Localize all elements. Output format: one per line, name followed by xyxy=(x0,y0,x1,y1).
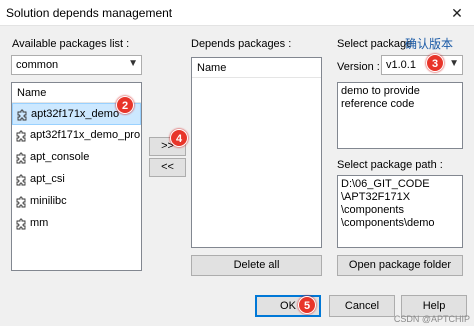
package-list-item[interactable]: mm xyxy=(12,213,141,235)
package-icon xyxy=(15,130,27,142)
package-list-item[interactable]: minilibc xyxy=(12,191,141,213)
package-list-item[interactable]: apt32f171x_demo_pro xyxy=(12,125,141,147)
package-item-label: apt32f171x_demo xyxy=(31,108,120,120)
cancel-button[interactable]: Cancel xyxy=(329,295,395,317)
package-icon xyxy=(15,152,27,164)
path-line: \components\demo xyxy=(341,217,435,229)
delete-all-label: Delete all xyxy=(233,259,280,271)
package-item-label: minilibc xyxy=(30,195,67,207)
select-package-label: Select package xyxy=(337,38,413,50)
package-item-label: mm xyxy=(30,217,49,229)
delete-all-button[interactable]: Delete all xyxy=(191,255,322,276)
package-icon xyxy=(15,218,27,230)
version-select[interactable]: v1.0.1 ▼ xyxy=(381,55,463,75)
watermark: CSDN @APTCHIP xyxy=(393,314,470,324)
depends-packages-label: Depends packages : xyxy=(191,38,292,50)
annotation-badge-3: 3 xyxy=(426,54,444,72)
annotation-badge-4: 4 xyxy=(170,129,188,147)
chinese-annotation: 确认版本 xyxy=(405,37,454,51)
path-line: \APT32F171X xyxy=(341,191,411,203)
description-line: demo to provide xyxy=(341,85,420,97)
package-icon xyxy=(15,174,27,186)
package-filter-select[interactable]: common ▼ xyxy=(11,55,142,75)
package-path-label: Select package path : xyxy=(337,159,443,171)
close-icon[interactable]: ✕ xyxy=(440,0,474,26)
annotation-badge-2: 2 xyxy=(116,96,134,114)
package-icon xyxy=(15,196,27,208)
package-icon xyxy=(16,109,28,121)
annotation-badge-5: 5 xyxy=(298,296,316,314)
help-label: Help xyxy=(422,300,446,312)
package-list-item[interactable]: apt_console xyxy=(12,147,141,169)
available-packages-label: Available packages list : xyxy=(12,38,130,50)
package-path-box: D:\06_GIT_CODE \APT32F171X \components \… xyxy=(337,175,463,248)
remove-package-button[interactable]: << xyxy=(149,158,186,177)
version-label: Version : xyxy=(337,61,380,73)
version-value: v1.0.1 xyxy=(386,59,416,71)
package-list-item[interactable]: apt_csi xyxy=(12,169,141,191)
cancel-label: Cancel xyxy=(344,300,380,312)
path-line: D:\06_GIT_CODE xyxy=(341,178,430,190)
package-item-label: apt32f171x_demo_pro xyxy=(30,129,141,141)
package-item-label: apt_csi xyxy=(30,173,65,185)
window-title: Solution depends management xyxy=(6,6,173,20)
open-package-folder-button[interactable]: Open package folder xyxy=(337,255,463,276)
package-description: demo to provide reference code xyxy=(337,82,463,149)
title-bar: Solution depends management ✕ xyxy=(0,0,474,26)
ok-label: OK xyxy=(280,300,296,312)
remove-package-label: << xyxy=(161,161,174,173)
chevron-down-icon: ▼ xyxy=(449,58,459,69)
depends-list-header: Name xyxy=(192,58,321,78)
depends-packages-list[interactable]: Name xyxy=(191,57,322,248)
open-package-folder-label: Open package folder xyxy=(348,259,452,271)
chevron-down-icon: ▼ xyxy=(128,58,138,69)
package-filter-value: common xyxy=(16,59,59,71)
package-item-label: apt_console xyxy=(30,151,90,163)
path-line: \components xyxy=(341,204,404,216)
description-line: reference code xyxy=(341,98,415,110)
